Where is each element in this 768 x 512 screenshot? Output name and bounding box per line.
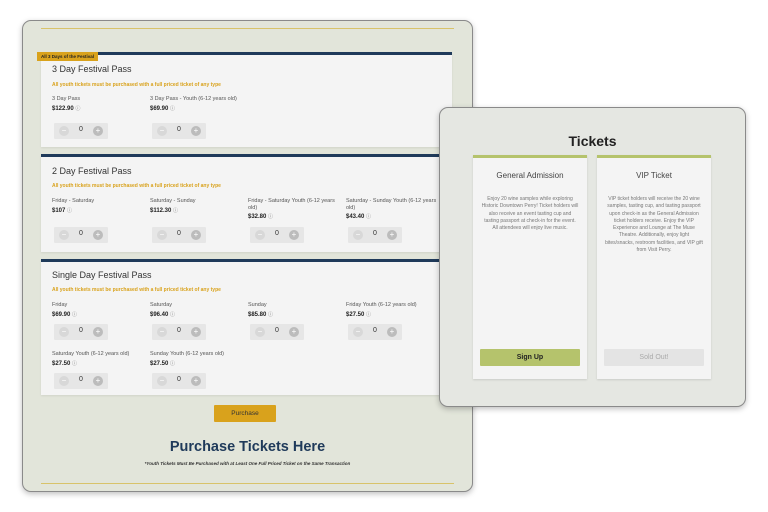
ticket-item: Friday - Saturday $107 ⓘ — [52, 198, 144, 214]
ticket-price: $112.30 — [150, 207, 172, 214]
section-single-day: Single Day Festival Pass All youth ticke… — [41, 259, 452, 395]
plus-icon[interactable]: + — [93, 376, 103, 386]
ticket-item: Saturday $96.40 ⓘ — [150, 302, 242, 318]
ticket-price: $43.40 — [346, 214, 365, 220]
info-icon[interactable]: ⓘ — [170, 312, 175, 318]
ticket-card-description: VIP ticket holders will receive the 20 w… — [605, 196, 703, 254]
festival-window: 3 Day Festival Pass All youth tickets mu… — [22, 20, 473, 492]
quantity-stepper[interactable]: − 0 + — [54, 227, 108, 243]
ticket-item: Saturday Youth (6-12 years old) $27.50 ⓘ — [52, 351, 148, 367]
plus-icon[interactable]: + — [93, 327, 103, 337]
ticket-card-general: General Admission Enjoy 20 wine samples … — [473, 155, 587, 379]
plus-icon[interactable]: + — [289, 327, 299, 337]
info-icon[interactable]: ⓘ — [170, 361, 175, 367]
plus-icon[interactable]: + — [93, 230, 103, 240]
ticket-price: $96.40 — [150, 311, 169, 318]
youth-note: All youth tickets must be purchased with… — [52, 82, 221, 88]
purchase-button[interactable]: Purchase — [214, 405, 276, 422]
youth-note: All youth tickets must be purchased with… — [52, 287, 221, 293]
section-2-day: 2 Day Festival Pass All youth tickets mu… — [41, 154, 452, 252]
ticket-price: $69.90 — [52, 311, 71, 318]
section-title: 3 Day Festival Pass — [52, 64, 132, 74]
ticket-item: Friday $69.90 ⓘ — [52, 302, 144, 318]
plus-icon[interactable]: + — [191, 230, 201, 240]
ticket-price: $32.80 — [248, 214, 267, 220]
festival-ribbon: All 3 Days of the Festival — [37, 52, 99, 61]
ticket-item: 3 Day Pass - Youth (6-12 years old) $69.… — [150, 96, 245, 112]
ticket-card-description: Enjoy 20 wine samples while exploring Hi… — [481, 196, 579, 232]
youth-note: All youth tickets must be purchased with… — [52, 183, 221, 189]
quantity-stepper[interactable]: − 0 + — [54, 373, 108, 389]
ticket-name: 3 Day Pass - Youth (6-12 years old) — [150, 96, 237, 102]
info-icon[interactable]: ⓘ — [268, 214, 273, 220]
ticket-price: $69.90 — [150, 105, 169, 112]
section-3-day: 3 Day Festival Pass All youth tickets mu… — [41, 52, 452, 147]
info-icon[interactable]: ⓘ — [173, 208, 178, 214]
info-icon[interactable]: ⓘ — [366, 312, 371, 318]
sold-out-button: Sold Out! — [604, 349, 704, 366]
ticket-name: Friday - Saturday — [52, 198, 95, 204]
quantity-stepper[interactable]: − 0 + — [348, 324, 402, 340]
ticket-item: 3 Day Pass $122.90 ⓘ — [52, 96, 144, 112]
quantity-stepper[interactable]: − 0 + — [54, 324, 108, 340]
ticket-name: Sunday — [248, 302, 267, 308]
ticket-item: Saturday - Sunday $112.30 ⓘ — [150, 198, 242, 214]
youth-fine-print: *Youth Tickets Must Be Purchased with at… — [144, 461, 351, 466]
quantity-stepper[interactable]: − 0 + — [152, 373, 206, 389]
plus-icon[interactable]: + — [191, 327, 201, 337]
page-headline: Purchase Tickets Here — [169, 439, 326, 455]
plus-icon[interactable]: + — [289, 230, 299, 240]
ticket-price: $85.80 — [248, 311, 267, 318]
ticket-item: Friday - Saturday Youth (6-12 years old)… — [248, 198, 340, 220]
plus-icon[interactable]: + — [93, 126, 103, 136]
ticket-item: Saturday - Sunday Youth (6-12 years old)… — [346, 198, 438, 220]
quantity-stepper[interactable]: − 0 + — [54, 123, 108, 139]
ticket-name: Saturday — [150, 302, 173, 308]
quantity-stepper[interactable]: − 0 + — [152, 123, 206, 139]
ticket-price: $27.50 — [150, 360, 169, 367]
quantity-stepper[interactable]: − 0 + — [348, 227, 402, 243]
ticket-name: Saturday - Sunday — [150, 198, 196, 204]
ticket-card-title: General Admission — [496, 171, 564, 180]
plus-icon[interactable]: + — [387, 327, 397, 337]
plus-icon[interactable]: + — [191, 126, 201, 136]
ticket-item: Sunday $85.80 ⓘ — [248, 302, 340, 318]
ticket-name: Friday Youth (6-12 years old) — [346, 302, 417, 308]
quantity-stepper[interactable]: − 0 + — [152, 227, 206, 243]
sign-up-button[interactable]: Sign Up — [480, 349, 580, 366]
ticket-name: Sunday Youth (6-12 years old) — [150, 351, 224, 357]
plus-icon[interactable]: + — [191, 376, 201, 386]
ticket-item: Friday Youth (6-12 years old) $27.50 ⓘ — [346, 302, 446, 318]
quantity-stepper[interactable]: − 0 + — [250, 324, 304, 340]
bottom-divider — [41, 483, 454, 484]
ticket-card-vip: VIP Ticket VIP ticket holders will recei… — [597, 155, 711, 379]
ticket-name: Friday — [52, 302, 68, 308]
tickets-window: Tickets General Admission Enjoy 20 wine … — [439, 107, 746, 407]
quantity-stepper[interactable]: − 0 + — [152, 324, 206, 340]
ticket-name: Saturday Youth (6-12 years old) — [52, 351, 130, 357]
info-icon[interactable]: ⓘ — [366, 214, 371, 220]
ticket-price: $107 — [52, 207, 66, 214]
top-divider — [41, 28, 454, 29]
plus-icon[interactable]: + — [387, 230, 397, 240]
ticket-name: 3 Day Pass — [52, 96, 81, 102]
ticket-card-title: VIP Ticket — [636, 171, 672, 180]
ticket-name: Saturday - Sunday Youth (6-12 years old) — [346, 198, 437, 211]
ticket-price: $27.50 — [52, 360, 71, 367]
info-icon[interactable]: ⓘ — [75, 106, 80, 112]
info-icon[interactable]: ⓘ — [170, 106, 175, 112]
quantity-stepper[interactable]: − 0 + — [250, 227, 304, 243]
info-icon[interactable]: ⓘ — [72, 312, 77, 318]
section-title: Single Day Festival Pass — [52, 270, 152, 280]
info-icon[interactable]: ⓘ — [72, 361, 77, 367]
info-icon[interactable]: ⓘ — [268, 312, 273, 318]
section-title: 2 Day Festival Pass — [52, 166, 132, 176]
ticket-name: Friday - Saturday Youth (6-12 years old) — [248, 198, 335, 211]
info-icon[interactable]: ⓘ — [67, 208, 72, 214]
ticket-price: $27.50 — [346, 311, 365, 318]
ticket-price: $122.90 — [52, 105, 74, 112]
tickets-title: Tickets — [568, 133, 617, 149]
ticket-item: Sunday Youth (6-12 years old) $27.50 ⓘ — [150, 351, 246, 367]
